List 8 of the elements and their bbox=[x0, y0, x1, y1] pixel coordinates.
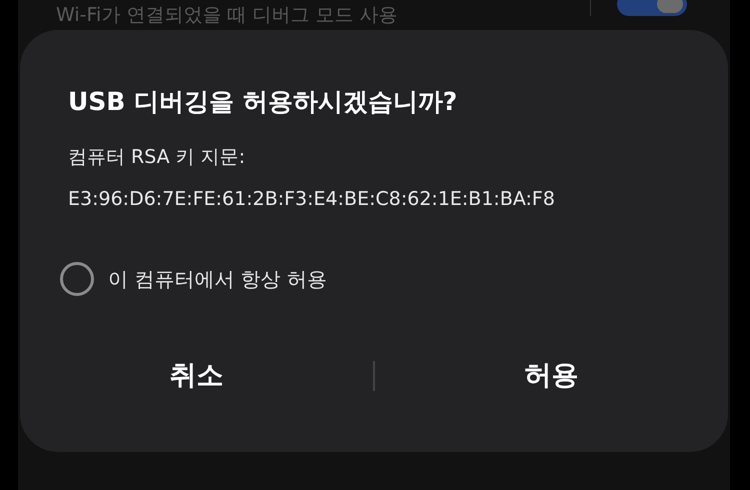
cancel-button[interactable]: 취소 bbox=[20, 348, 373, 404]
allow-button[interactable]: 허용 bbox=[375, 348, 728, 404]
always-allow-label[interactable]: 이 컴퓨터에서 항상 허용 bbox=[108, 264, 328, 294]
dialog-title: USB 디버깅을 허용하시겠습니까? bbox=[68, 86, 458, 118]
fingerprint-label: 컴퓨터 RSA 키 지문: bbox=[68, 145, 246, 170]
setting-label: Wi-Fi가 연결되었을 때 디버그 모드 사용 bbox=[56, 4, 398, 26]
fingerprint-text: E3:96:D6:7E:FE:61:2B:F3:E4:BE:C8:62:1E:B1:BA:F8 bbox=[68, 187, 556, 212]
radio-button[interactable] bbox=[60, 262, 94, 296]
